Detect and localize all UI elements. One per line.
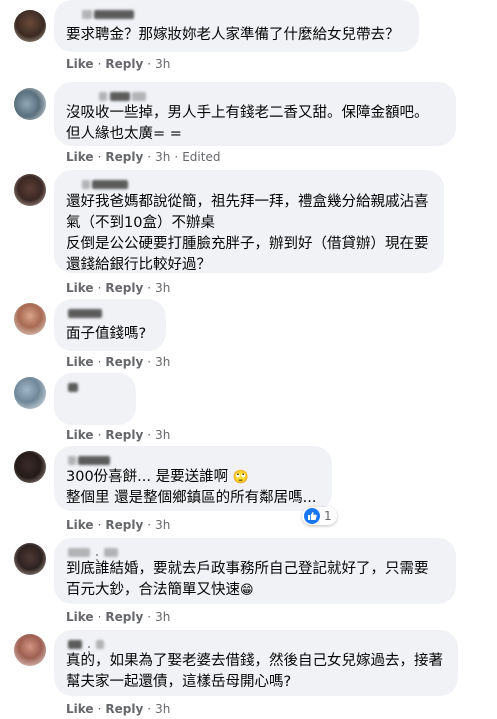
reply-link[interactable]: Reply [105,150,143,164]
comment-bubble: 還好我爸媽都說從簡，祖先拜一拜，禮盒幾分給親戚沾喜氣（不到10盒）不辦桌 反倒是… [54,170,444,273]
like-link[interactable]: Like [66,610,94,624]
edited-label[interactable]: Edited [182,150,220,164]
timestamp[interactable]: 3h [155,355,170,369]
comment-actions: Like · Reply · 3h [66,610,171,624]
comment-actions: Like · Reply · 3h [66,355,171,369]
comment-bubble: 300份喜餅... 是要送誰啊 🙄 整個里 還是整個鄉鎮區的所有鄰居嗎... [54,446,332,511]
author-name-redacted[interactable] [66,8,407,21]
comment-actions: Like · Reply · 3h [66,428,171,442]
comment-text [66,398,124,419]
avatar[interactable] [14,10,46,42]
comment-bubble [54,373,136,425]
reaction-count: 1 [324,509,332,523]
timestamp[interactable]: 3h [155,150,170,164]
like-link[interactable]: Like [66,428,94,442]
timestamp[interactable]: 3h [155,702,170,716]
comment-bubble: 沒吸收一些掉，男人手上有錢老二香又甜。保障金額吧。 但人緣也太廣= = [54,82,456,146]
comment-actions: Like · Reply · 3h · Edited [66,150,221,164]
reply-link[interactable]: Reply [105,518,143,532]
comment-bubble: 到底誰結婚，要就去戶政事務所自己登記就好了，只需要 百元大鈔，合法簡單又快速😁 [54,538,456,604]
comment-bubble: 真的，如果為了娶老婆去借錢，然後自己女兒嫁過去，接著幫夫家一起還債，這樣岳母開心… [54,630,458,696]
comment-text: 還好我爸媽都說從簡，祖先拜一拜，禮盒幾分給親戚沾喜氣（不到10盒）不辦桌 反倒是… [66,194,429,273]
reply-link[interactable]: Reply [105,610,143,624]
comment-actions: Like · Reply · 3h [66,518,171,532]
like-link[interactable]: Like [66,281,94,295]
like-link[interactable]: Like [66,518,94,532]
comment-actions: Like · Reply · 3h [66,57,171,71]
avatar[interactable] [14,451,46,483]
timestamp[interactable]: 3h [155,518,170,532]
comment-text: 到底誰結婚，要就去戶政事務所自己登記就好了，只需要 百元大鈔，合法簡單又快速😁 [66,561,429,598]
like-link[interactable]: Like [66,57,94,71]
thumbs-up-icon [304,508,320,524]
reply-link[interactable]: Reply [105,355,143,369]
avatar[interactable] [14,543,46,575]
like-link[interactable]: Like [66,150,94,164]
comment-text: 沒吸收一些掉，男人手上有錢老二香又甜。保障金額吧。 但人緣也太廣= = [66,105,429,142]
comment-text: 面子值錢嗎? [66,326,147,342]
comment-actions: Like · Reply · 3h [66,281,171,295]
reaction-summary[interactable]: 1 [302,507,337,525]
avatar[interactable] [14,634,46,666]
author-name-redacted[interactable] [66,638,446,653]
avatar[interactable] [14,377,46,409]
timestamp[interactable]: 3h [155,57,170,71]
like-link[interactable]: Like [66,355,94,369]
grinning-emoji: 😁 [240,583,254,598]
author-name-redacted[interactable] [66,307,154,320]
avatar[interactable] [14,303,46,335]
author-name-redacted[interactable] [66,454,320,467]
timestamp[interactable]: 3h [155,428,170,442]
comment-text: 真的，如果為了娶老婆去借錢，然後自己女兒嫁過去，接著幫夫家一起還債，這樣岳母開心… [66,653,443,690]
timestamp[interactable]: 3h [155,610,170,624]
rolling-eyes-emoji: 🙄 [232,470,249,485]
reply-link[interactable]: Reply [105,428,143,442]
comment-bubble: 面子值錢嗎? [54,299,166,351]
comment-text: 300份喜餅... 是要送誰啊 🙄 整個里 還是整個鄉鎮區的所有鄰居嗎... [66,469,317,506]
reply-link[interactable]: Reply [105,57,143,71]
author-name-redacted[interactable] [66,90,444,103]
comment-actions: Like · Reply · 3h [66,702,171,716]
comment-bubble: 要求聘金？那嫁妝妳老人家準備了什麼給女兒帶去？ [54,0,419,52]
avatar[interactable] [14,174,46,206]
timestamp[interactable]: 3h [155,281,170,295]
reply-link[interactable]: Reply [105,281,143,295]
comment-text: 要求聘金？那嫁妝妳老人家準備了什麼給女兒帶去？ [66,27,400,43]
author-name-redacted[interactable] [66,381,124,394]
like-link[interactable]: Like [66,702,94,716]
author-name-redacted[interactable] [66,178,432,191]
author-name-redacted[interactable] [66,546,444,561]
reply-link[interactable]: Reply [105,702,143,716]
avatar[interactable] [14,88,46,120]
